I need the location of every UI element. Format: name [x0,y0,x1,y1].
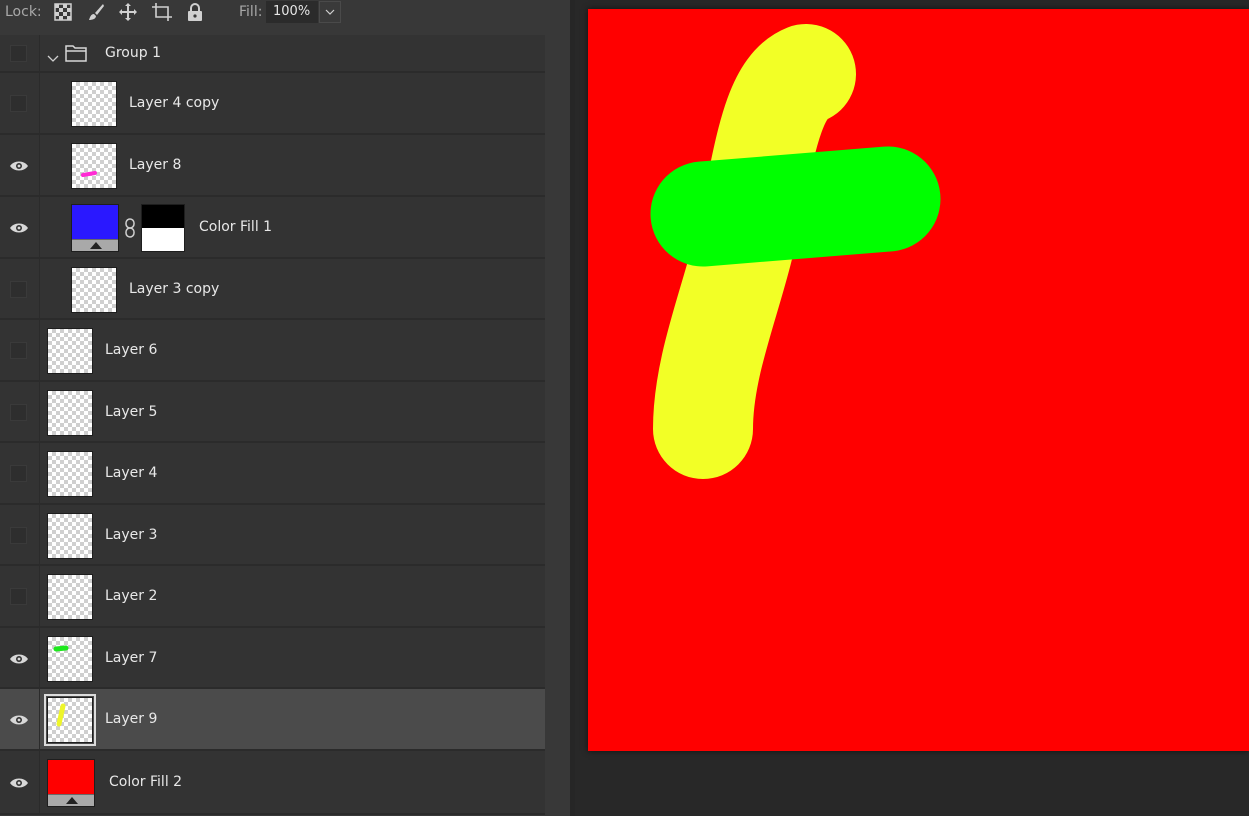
layer-row[interactable]: Layer 3 copy [0,259,545,320]
visibility-off-box [10,526,27,544]
visibility-toggle[interactable] [0,197,40,257]
folder-icon [65,44,87,66]
layers-panel: Lock: Fill: 100% Group 1 Layer 4 copy La… [0,0,570,816]
layer-name: Layer 9 [105,711,158,727]
thumbnail-stroke-mark [53,645,69,651]
layer-row[interactable]: Layer 2 [0,566,545,628]
visibility-toggle[interactable] [0,689,40,749]
group-expand-chevron-icon[interactable] [47,48,59,67]
eye-icon [10,161,28,171]
visibility-toggle[interactable] [0,320,40,380]
fill-label: Fill: [239,4,263,20]
visibility-toggle[interactable] [0,443,40,503]
fill-dropdown-button[interactable] [319,1,341,23]
layer-name: Color Fill 2 [109,774,183,790]
visibility-off-box [10,403,27,421]
layer-thumbnail[interactable] [71,143,117,189]
layer-thumbnail[interactable] [47,635,93,682]
eye-icon [10,778,28,788]
layer-name: Layer 8 [129,157,182,173]
thumbnail-stroke-mark [81,171,97,177]
layer-row[interactable]: Layer 3 [0,505,545,566]
layer-name: Layer 3 [105,526,158,543]
visibility-toggle[interactable] [0,259,40,318]
layer-thumbnail[interactable] [71,266,117,313]
lock-position-icon[interactable] [118,2,138,22]
layer-thumbnail[interactable] [71,81,117,127]
layer-row[interactable]: Layer 8 [0,135,545,197]
eye-icon [10,654,28,663]
link-chain-icon[interactable] [124,218,136,242]
layers-list: Group 1 Layer 4 copy Layer 8 Color Fill 1 La… [0,35,545,815]
layer-name: Layer 6 [105,342,158,358]
layer-mask-thumbnail[interactable] [141,204,185,252]
layer-thumbnail[interactable] [44,694,96,746]
layer-name: Color Fill 1 [199,219,273,235]
visibility-toggle[interactable] [0,382,40,441]
layer-thumbnail[interactable] [47,512,93,559]
layer-thumbnail[interactable] [47,389,93,436]
canvas-workspace [575,0,1249,816]
lock-image-pixels-icon[interactable] [86,2,106,22]
visibility-toggle[interactable] [0,505,40,564]
fill-opacity-input[interactable]: 100% [266,1,318,23]
eye-icon [10,715,28,725]
layer-row[interactable]: Layer 4 [0,443,545,505]
layer-name: Layer 7 [105,649,158,666]
visibility-off-box [10,280,27,298]
visibility-off-box [10,465,27,482]
panel-scroll-gutter [545,35,570,816]
visibility-toggle[interactable] [0,35,40,71]
layer-name: Layer 4 copy [129,95,220,111]
green-brush-stroke [650,146,941,267]
chevron-down-icon [325,9,335,15]
layer-row[interactable]: Group 1 [0,35,545,73]
visibility-toggle[interactable] [0,628,40,687]
thumbnail-stroke-mark [56,703,66,727]
layer-name: Layer 3 copy [129,280,220,297]
visibility-off-box [10,95,27,112]
layer-name: Layer 5 [105,403,158,420]
lock-transparent-pixels-icon[interactable] [53,2,73,22]
visibility-off-box [10,45,27,62]
layer-row[interactable]: Layer 4 copy [0,73,545,135]
photoshop-window: Lock: Fill: 100% Group 1 Layer 4 copy La… [0,0,1249,816]
layer-row[interactable]: Color Fill 2 [0,751,545,815]
visibility-toggle[interactable] [0,73,40,133]
lock-label: Lock: [5,4,42,20]
layer-thumbnail[interactable] [47,451,93,497]
visibility-off-box [10,588,27,605]
lock-all-icon[interactable] [185,2,205,22]
layer-name: Group 1 [105,45,161,61]
layer-name: Layer 2 [105,588,158,604]
layer-row[interactable]: Color Fill 1 [0,197,545,259]
layer-row[interactable]: Layer 6 [0,320,545,382]
document-canvas[interactable] [588,9,1249,751]
canvas-artwork [650,24,941,479]
eye-icon [10,223,28,233]
layer-row[interactable]: Layer 5 [0,382,545,443]
layer-thumbnail[interactable] [47,574,93,620]
layer-name: Layer 4 [105,465,158,481]
layer-row[interactable]: Layer 7 [0,628,545,689]
layer-thumbnail[interactable] [47,328,93,374]
visibility-toggle[interactable] [0,566,40,626]
visibility-toggle[interactable] [0,135,40,195]
fill-layer-thumbnail[interactable] [71,204,119,252]
lock-toolbar: Lock: Fill: 100% [0,0,570,26]
visibility-toggle[interactable] [0,751,40,813]
lock-artboard-icon[interactable] [151,2,172,22]
visibility-off-box [10,342,27,359]
layer-row[interactable]: Layer 9 [0,689,545,751]
fill-layer-thumbnail[interactable] [47,759,95,807]
